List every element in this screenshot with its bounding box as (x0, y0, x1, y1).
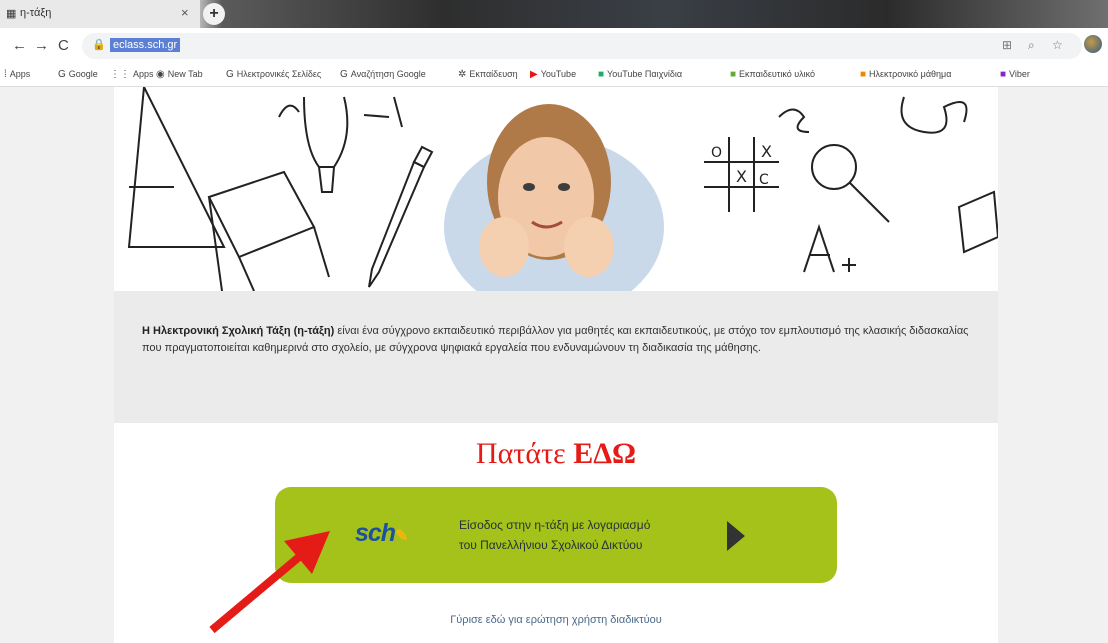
browser-toolbar: ← → C 🔒 eclass.sch.gr ⊞ ⌕ ☆ (0, 28, 1108, 64)
viber-icon: ■ (1000, 69, 1007, 80)
cta-heading: Πατάτε ΕΔΩ (475, 437, 637, 470)
cta-emphasis: ΕΔΩ (573, 437, 637, 470)
bookmark-item[interactable]: ✲ Εκπαίδευση (458, 69, 518, 80)
translate-icon[interactable]: ⊞ (1002, 38, 1012, 52)
bookmark-item[interactable]: ■ Viber (1000, 69, 1030, 80)
sch-logo: sch✎ (355, 519, 409, 547)
bookmark-icon: ■ (860, 69, 867, 80)
google-icon: G (58, 69, 66, 80)
bookmark-item[interactable]: ▶ YouTube (530, 69, 576, 80)
svg-text:O: O (711, 145, 722, 161)
svg-text:X: X (736, 167, 747, 186)
bookmark-item[interactable]: ■ Ηλεκτρονικό μάθημα (860, 69, 951, 80)
google-icon: G (226, 69, 234, 80)
apps-grid-icon: ⋮⋮ (110, 69, 130, 80)
intro-paragraph: Η Ηλεκτρονική Σχολική Τάξη (η-τάξη) είνα… (142, 323, 972, 357)
bookmark-icon: ■ (730, 69, 737, 80)
sch-login-button[interactable]: sch✎ Είσοδος στην η-τάξη με λογαριασμό τ… (275, 487, 837, 583)
gear-icon: ✲ (458, 69, 467, 80)
bookmark-icon: ■ (598, 69, 605, 80)
reload-button[interactable]: C (58, 37, 69, 54)
browser-tab-strip: ▦ η-τάξη × + (0, 0, 1108, 28)
bookmark-item[interactable]: ◉ New Tab (156, 69, 203, 80)
bookmark-item[interactable]: ⁞ Apps (4, 69, 30, 80)
lock-icon: 🔒 (92, 39, 106, 51)
zoom-icon[interactable]: ⌕ (1028, 38, 1035, 53)
sch-logo-figure-icon: ✎ (395, 528, 408, 545)
bookmark-item[interactable]: ⋮⋮ Apps (110, 69, 154, 80)
svg-text:C: C (759, 172, 769, 188)
bookmarks-bar: ⁞ Apps G Google ⋮⋮ Apps ◉ New Tab G Ηλεκτρονι… (0, 64, 1108, 87)
tab-close-icon[interactable]: × (181, 5, 189, 20)
profile-avatar[interactable] (1084, 35, 1102, 53)
youtube-icon: ▶ (530, 69, 538, 80)
back-button[interactable]: ← (12, 37, 27, 54)
globe-icon: ◉ (156, 69, 165, 80)
help-link[interactable]: Γύρισε εδώ για ερώτηση χρήστη διαδικτύου (114, 614, 998, 626)
bookmark-item[interactable]: ■ Εκπαιδευτικό υλικό (730, 69, 815, 80)
new-tab-button[interactable]: + (203, 3, 225, 25)
login-button-text: Είσοδος στην η-τάξη με λογαριασμό του Πα… (459, 518, 651, 552)
svg-text:X: X (761, 142, 772, 161)
favicon-icon: ▦ (6, 8, 17, 20)
bookmark-star-icon[interactable]: ☆ (1052, 38, 1063, 52)
intro-lead: Η Ηλεκτρονική Σχολική Τάξη (η-τάξη) (142, 325, 335, 337)
tab-title: η-τάξη (20, 7, 52, 19)
play-arrow-icon (727, 521, 745, 551)
browser-tab[interactable]: ▦ η-τάξη × (0, 0, 200, 28)
bookmark-item[interactable]: G Google (58, 69, 98, 80)
bookmark-item[interactable]: G Ηλεκτρονικές Σελίδες (226, 69, 321, 80)
intro-section: Η Ηλεκτρονική Σχολική Τάξη (η-τάξη) είνα… (114, 291, 998, 423)
address-url[interactable]: eclass.sch.gr (110, 38, 181, 52)
content-panel: X X O C Η Ηλεκτρονική Σχολική Τάξη (η-τά… (114, 87, 998, 643)
address-bar[interactable]: 🔒 eclass.sch.gr ⊞ ⌕ ☆ (82, 33, 1082, 59)
apps-icon: ⁞ (4, 69, 7, 80)
bookmark-item[interactable]: G Αναζήτηση Google (340, 69, 426, 80)
google-icon: G (340, 69, 348, 80)
hero-illustration: X X O C (127, 87, 998, 291)
hero-banner: X X O C (114, 87, 998, 291)
forward-button[interactable]: → (34, 37, 49, 54)
bookmark-item[interactable]: ■ YouTube Παιχνίδια (598, 69, 682, 80)
